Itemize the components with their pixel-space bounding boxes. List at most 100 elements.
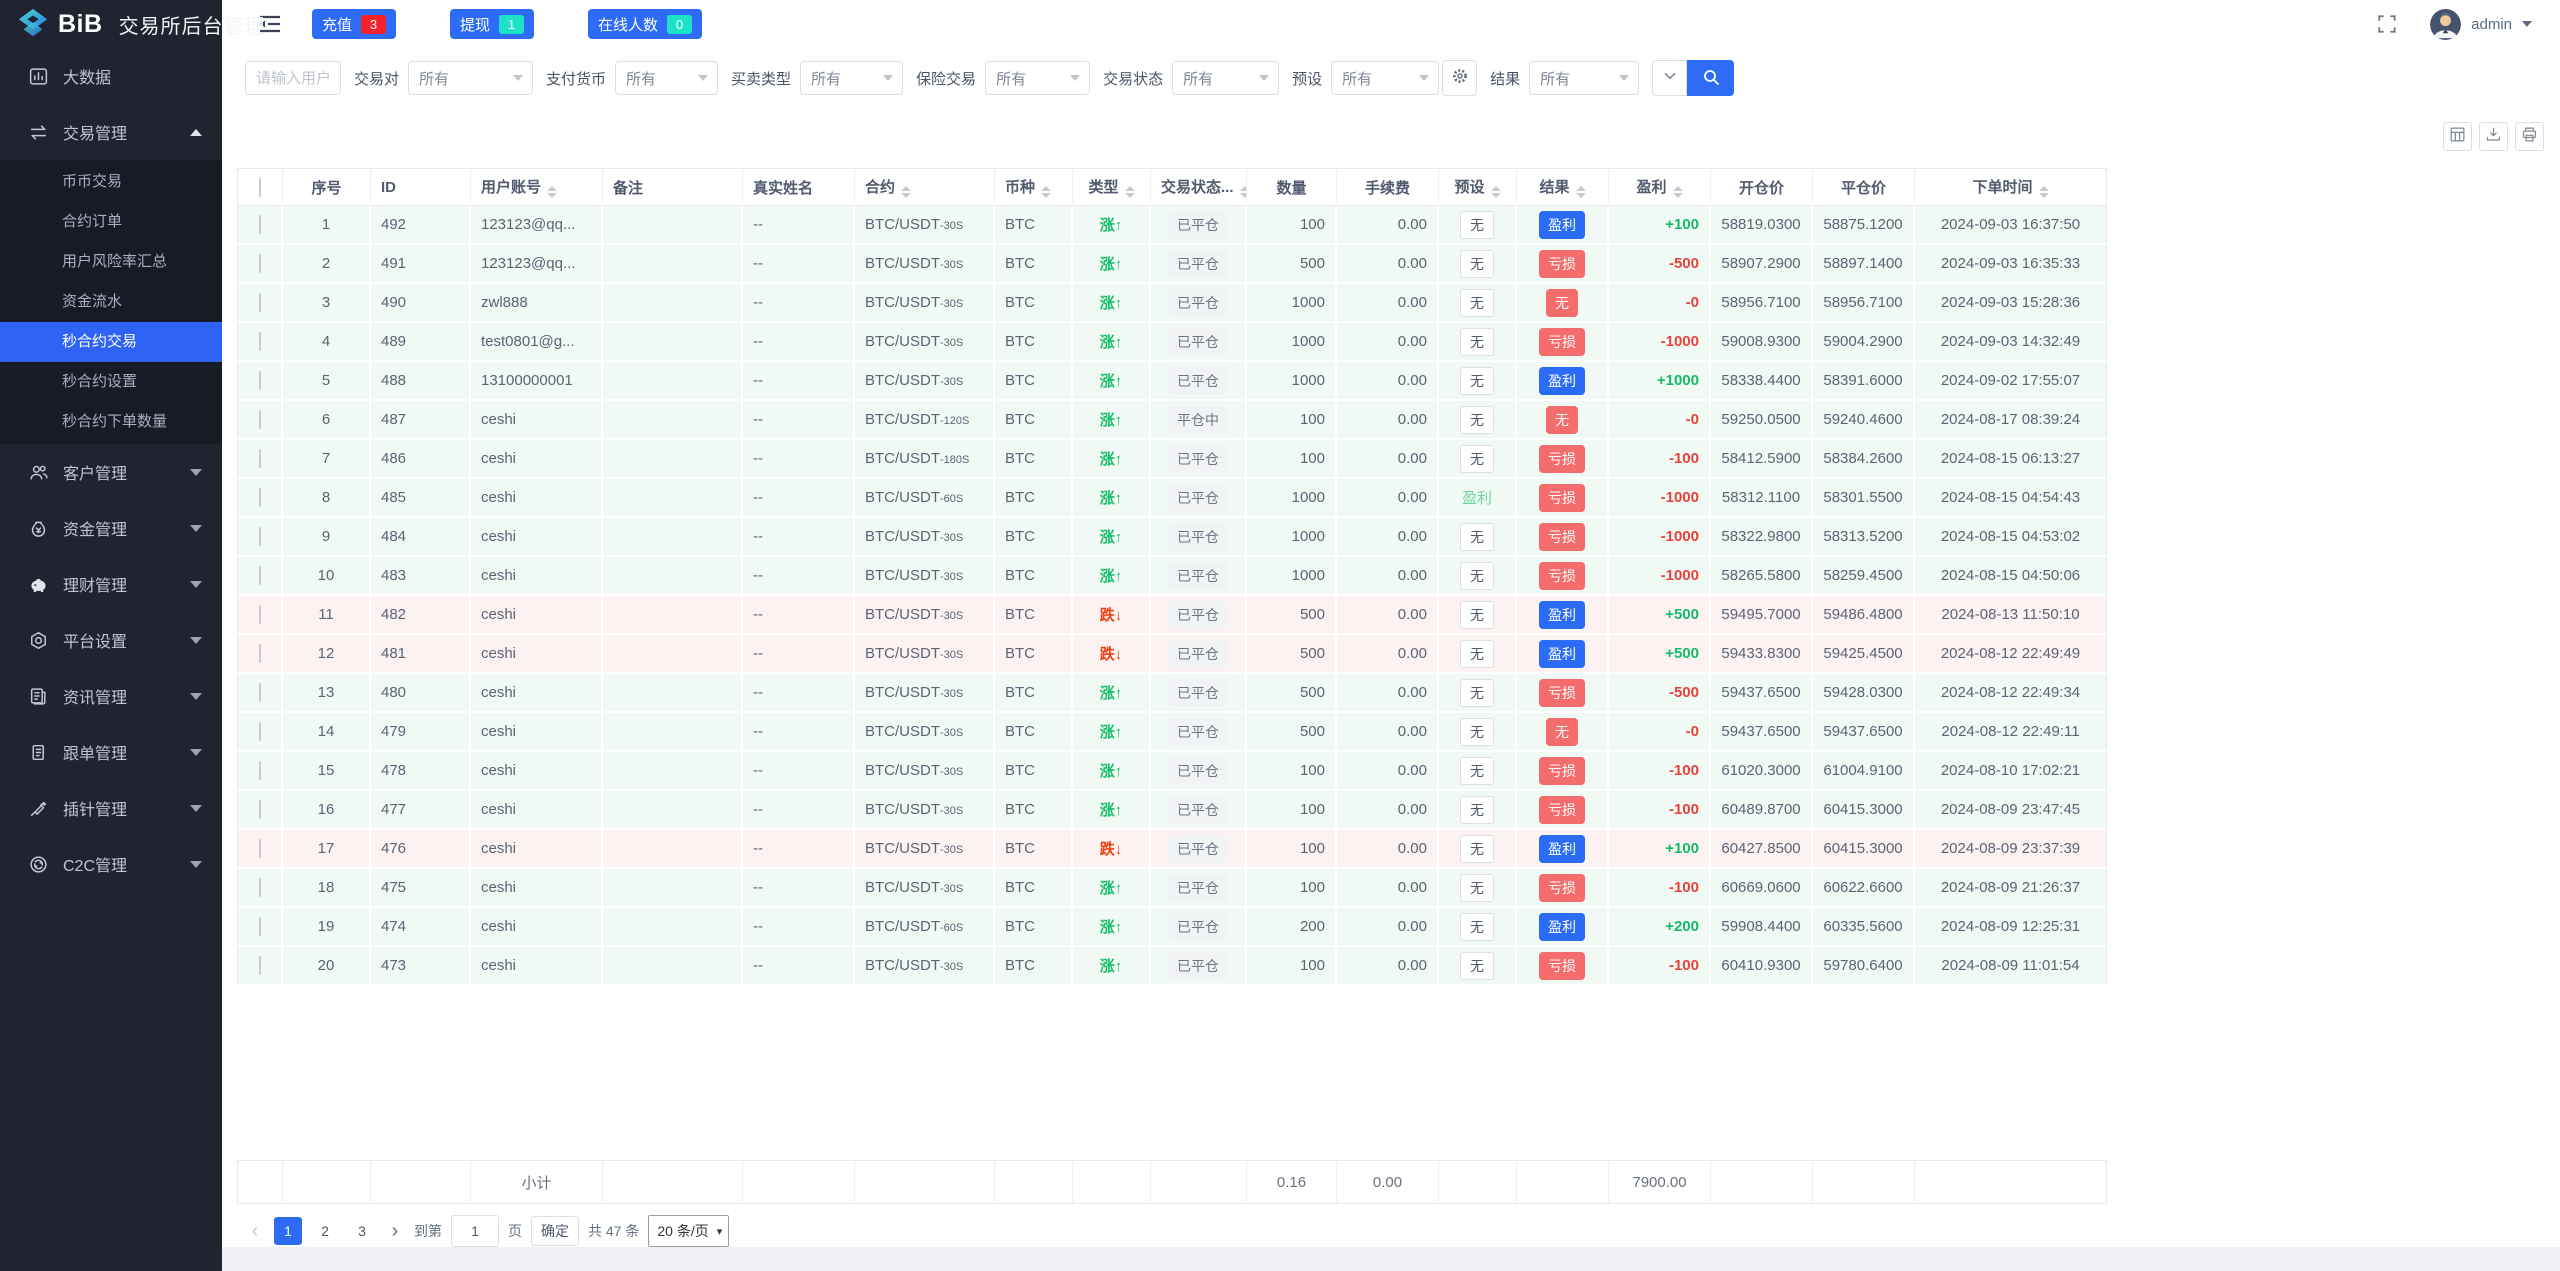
column-header-time[interactable]: 下单时间 <box>1915 168 2107 206</box>
sidebar-item-spot-trading[interactable]: 币币交易 <box>0 162 222 202</box>
cell-no: 2 <box>283 245 371 284</box>
fullscreen-icon[interactable] <box>2376 13 2398 35</box>
profit-value: -100 <box>1668 879 1699 896</box>
row-checkbox[interactable] <box>258 722 261 741</box>
prev-page-button[interactable]: ‹ <box>245 1217 265 1245</box>
recharge-button[interactable]: 充值 3 <box>312 9 397 39</box>
type-up-label: 涨↑ <box>1099 334 1123 351</box>
pay-currency-select[interactable]: 所有 <box>615 61 719 95</box>
page-button-1[interactable]: 1 <box>274 1217 302 1245</box>
cell-time: 2024-08-17 08:39:24 <box>1915 401 2107 440</box>
sidebar-item-customer-management[interactable]: 客户管理 <box>0 444 222 500</box>
cell-preset: 无 <box>1439 440 1517 479</box>
trading-pair-select[interactable]: 所有 <box>408 61 534 95</box>
column-header-status[interactable]: 交易状态... <box>1151 168 1247 206</box>
sidebar-item-contract-orders[interactable]: 合约订单 <box>0 202 222 242</box>
row-checkbox[interactable] <box>258 917 261 936</box>
user-id-input[interactable] <box>245 61 341 95</box>
row-checkbox[interactable] <box>258 449 261 468</box>
goto-confirm-button[interactable]: 确定 <box>531 1216 579 1246</box>
sidebar-item-second-contract-settings[interactable]: 秒合约设置 <box>0 362 222 402</box>
cell-time: 2024-08-09 23:37:39 <box>1915 830 2107 869</box>
column-label: 类型 <box>1088 179 1119 196</box>
cell-open: 59437.6500 <box>1711 674 1813 713</box>
selected-value: 所有 <box>1342 70 1373 88</box>
sidebar-item-label: 交易管理 <box>63 126 128 143</box>
row-checkbox[interactable] <box>258 215 261 234</box>
next-page-button[interactable]: › <box>385 1217 405 1245</box>
sidebar-item-platform-settings[interactable]: 平台设置 <box>0 612 222 668</box>
cell-preset: 无 <box>1439 245 1517 284</box>
preset-settings-button[interactable] <box>1442 60 1478 96</box>
page-size-select[interactable]: 20 条/页 ▾ <box>648 1215 730 1247</box>
row-checkbox[interactable] <box>258 254 261 273</box>
cell-fee: 0.00 <box>1337 908 1439 947</box>
column-header-contract[interactable]: 合约 <box>855 168 995 206</box>
toolbar-print-button[interactable] <box>2515 122 2544 151</box>
expand-filters-button[interactable] <box>1652 60 1688 96</box>
sidebar-item-fund-flow[interactable]: 资金流水 <box>0 282 222 322</box>
column-header-profit[interactable]: 盈利 <box>1609 168 1711 206</box>
avatar[interactable] <box>2430 8 2462 40</box>
sidebar-item-pin-management[interactable]: 插针管理 <box>0 780 222 836</box>
row-checkbox[interactable] <box>258 371 261 390</box>
sidebar-item-second-contract-trading[interactable]: 秒合约交易 <box>0 322 222 362</box>
sidebar-item-trade-management[interactable]: 交易管理 <box>0 104 222 160</box>
row-checkbox[interactable] <box>258 800 261 819</box>
preset-select[interactable]: 所有 <box>1331 61 1440 95</box>
toolbar-columns-button[interactable] <box>2443 122 2472 151</box>
sidebar-item-big-data[interactable]: 大数据 <box>0 48 222 104</box>
row-checkbox[interactable] <box>258 605 261 624</box>
row-checkbox[interactable] <box>258 878 261 897</box>
column-header-account[interactable]: 用户账号 <box>471 168 603 206</box>
sidebar-item-second-contract-order-amount[interactable]: 秒合约下单数量 <box>0 402 222 442</box>
online-users-button[interactable]: 在线人数 0 <box>588 9 703 39</box>
row-checkbox[interactable] <box>258 527 261 546</box>
trade-status-select[interactable]: 所有 <box>1172 61 1280 95</box>
result-badge: 盈利 <box>1539 366 1585 395</box>
row-checkbox[interactable] <box>258 839 261 858</box>
sidebar-item-c2c-management[interactable]: C2C管理 <box>0 836 222 892</box>
status-badge: 已平仓 <box>1168 639 1228 668</box>
cell-open: 58338.4400 <box>1711 362 1813 401</box>
row-checkbox[interactable] <box>258 761 261 780</box>
contract-period: -120S <box>940 415 970 427</box>
row-checkbox[interactable] <box>258 293 261 312</box>
cell-result: 亏损 <box>1517 869 1609 908</box>
buy-sell-type-select[interactable]: 所有 <box>800 61 904 95</box>
row-checkbox[interactable] <box>258 956 261 975</box>
result-select[interactable]: 所有 <box>1529 61 1640 95</box>
cell-close: 58259.4500 <box>1813 557 1915 596</box>
toolbar-download-button[interactable] <box>2479 122 2508 151</box>
sidebar-item-user-risk-summary[interactable]: 用户风险率汇总 <box>0 242 222 282</box>
sidebar-item-fund-management[interactable]: 资金管理 <box>0 500 222 556</box>
sidebar-item-wealth-management[interactable]: 理财管理 <box>0 556 222 612</box>
column-header-coin[interactable]: 币种 <box>995 168 1073 206</box>
sidebar-item-news-management[interactable]: 资讯管理 <box>0 668 222 724</box>
goto-page-input[interactable] <box>451 1215 499 1247</box>
row-checkbox[interactable] <box>258 683 261 702</box>
preset-badge: 无 <box>1460 951 1494 980</box>
column-header-type[interactable]: 类型 <box>1073 168 1151 206</box>
result-badge: 亏损 <box>1539 249 1585 278</box>
result-badge: 无 <box>1546 717 1578 746</box>
cell-result: 亏损 <box>1517 791 1609 830</box>
select-all-checkbox[interactable] <box>259 177 261 197</box>
cell-type: 涨↑ <box>1073 518 1151 557</box>
table-row: 8 485 ceshi -- BTC/USDT-60S BTC 涨↑ 已平仓 1000 0.00 盈… <box>237 479 2107 518</box>
column-header-preset[interactable]: 预设 <box>1439 168 1517 206</box>
row-checkbox[interactable] <box>258 488 261 507</box>
row-checkbox[interactable] <box>258 410 261 429</box>
sidebar-item-copy-trade-management[interactable]: 跟单管理 <box>0 724 222 780</box>
search-button[interactable] <box>1687 60 1735 96</box>
page-button-2[interactable]: 2 <box>311 1217 339 1245</box>
column-header-result[interactable]: 结果 <box>1517 168 1609 206</box>
row-checkbox[interactable] <box>258 644 261 663</box>
username[interactable]: admin <box>2471 16 2512 33</box>
row-checkbox[interactable] <box>258 332 261 351</box>
row-checkbox[interactable] <box>258 566 261 585</box>
user-menu-caret-icon[interactable] <box>2522 21 2532 27</box>
page-button-3[interactable]: 3 <box>348 1217 376 1245</box>
insurance-trade-select[interactable]: 所有 <box>985 61 1091 95</box>
withdraw-button[interactable]: 提现 1 <box>450 9 535 39</box>
